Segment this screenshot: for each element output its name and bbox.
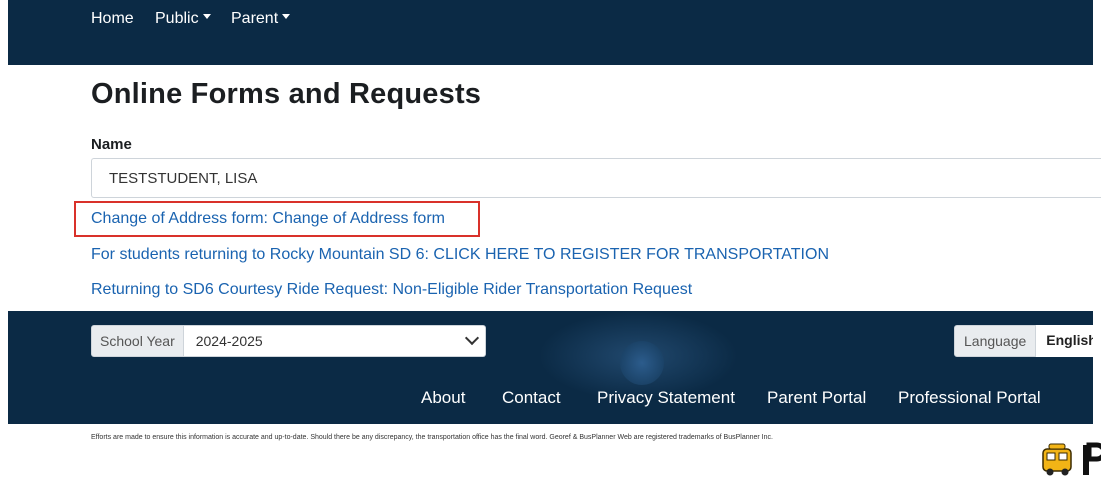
- caret-down-icon: [282, 14, 291, 20]
- school-year-value: 2024-2025: [195, 333, 263, 349]
- disclaimer-text: Efforts are made to ensure this informat…: [91, 434, 773, 441]
- caret-down-icon: [202, 14, 211, 20]
- footer-parent-portal-link[interactable]: Parent Portal: [767, 388, 866, 408]
- footer-contact-link[interactable]: Contact: [502, 388, 561, 408]
- name-field[interactable]: [91, 158, 1101, 198]
- footer: School Year 2024-2025 Language English A…: [8, 311, 1093, 424]
- page-title: Online Forms and Requests: [91, 78, 482, 110]
- register-transportation-link[interactable]: For students returning to Rocky Mountain…: [91, 246, 829, 264]
- nav-parent-label: Parent: [231, 10, 279, 27]
- school-year-group: School Year 2024-2025: [91, 325, 486, 357]
- footer-professional-portal-link[interactable]: Professional Portal: [898, 388, 1041, 408]
- courtesy-ride-request-link[interactable]: Returning to SD6 Courtesy Ride Request: …: [91, 281, 692, 299]
- nav-public-label: Public: [155, 10, 199, 27]
- name-label: Name: [91, 136, 132, 153]
- footer-about-link[interactable]: About: [421, 388, 465, 408]
- nav-home-link[interactable]: Home: [91, 10, 134, 28]
- school-bus-icon: [1040, 441, 1101, 480]
- language-label: Language: [954, 325, 1037, 357]
- change-of-address-link[interactable]: Change of Address form: Change of Addres…: [91, 210, 445, 228]
- footer-decoration: [620, 341, 664, 385]
- nav-public-dropdown[interactable]: Public: [155, 10, 211, 28]
- language-select[interactable]: English: [1036, 325, 1093, 357]
- chevron-down-icon: [464, 330, 479, 346]
- footer-privacy-link[interactable]: Privacy Statement: [597, 388, 735, 408]
- language-group: Language English: [954, 325, 1093, 357]
- nav-parent-dropdown[interactable]: Parent: [231, 10, 291, 28]
- school-year-select[interactable]: 2024-2025: [183, 325, 486, 357]
- top-navbar: Home Public Parent: [8, 0, 1093, 65]
- school-year-label: School Year: [91, 325, 184, 357]
